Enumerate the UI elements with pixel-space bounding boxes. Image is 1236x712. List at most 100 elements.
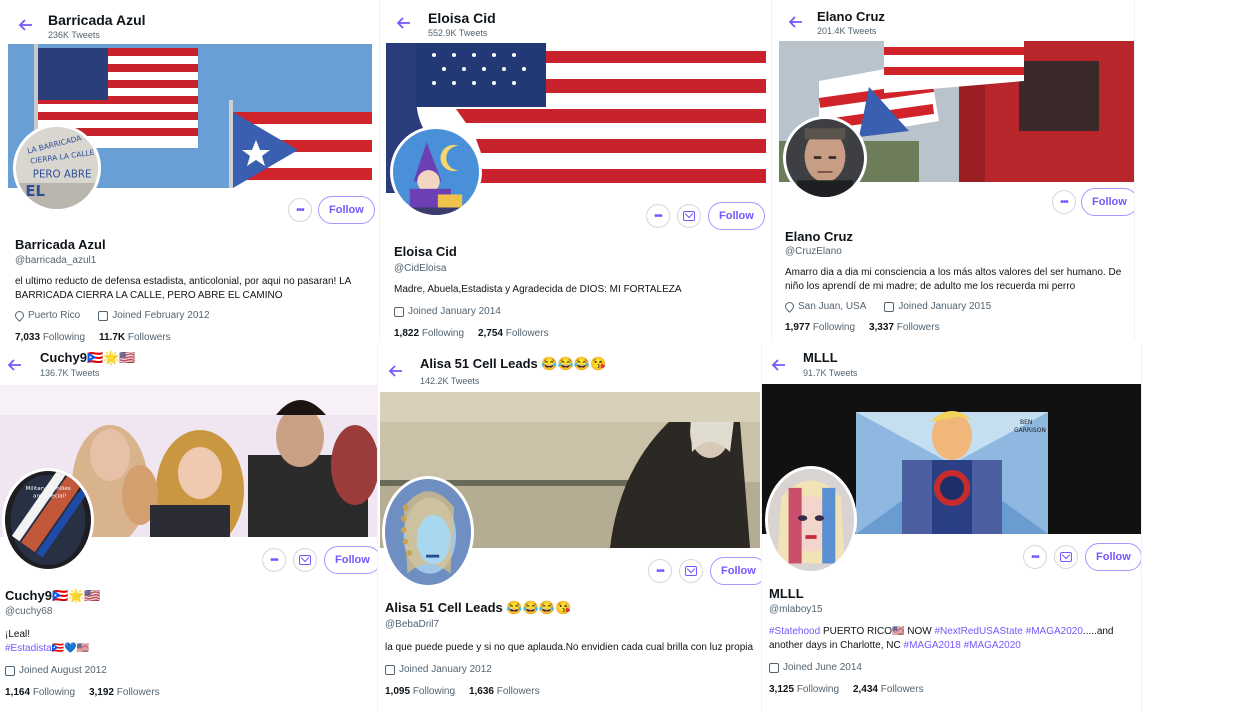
profile-handle: @barricada_azul1 <box>15 255 97 266</box>
more-options-button[interactable]: ••• <box>646 204 670 228</box>
hashtag-link[interactable]: #Statehood <box>769 626 820 637</box>
hashtag-link[interactable]: #MAGA2020 <box>964 640 1021 651</box>
followers-link[interactable]: 11.7K Followers <box>99 332 171 342</box>
mail-icon <box>683 211 695 221</box>
profile-joined: Joined August 2012 <box>19 665 107 676</box>
followers-link[interactable]: 3,337 Followers <box>869 322 940 333</box>
follow-button[interactable]: Follow <box>318 196 375 224</box>
back-arrow-icon[interactable] <box>395 14 413 32</box>
profile-handle: @CidEloisa <box>394 263 447 274</box>
follow-button[interactable]: Follow <box>710 557 761 585</box>
hashtag-link[interactable]: #NextRedUSAState <box>934 626 1022 637</box>
message-button[interactable] <box>1054 545 1078 569</box>
svg-text:BEN: BEN <box>1020 419 1032 426</box>
more-options-button[interactable]: ••• <box>1023 545 1047 569</box>
profile-header: Alisa 51 Cell Leads 😂😂😂😘 142.2K Tweets <box>378 344 761 386</box>
profile-joined: Joined June 2014 <box>783 662 862 673</box>
header-name: Eloisa Cid <box>428 10 496 26</box>
message-button[interactable] <box>293 548 317 572</box>
following-link[interactable]: 1,095 Following <box>385 686 455 697</box>
profile-stats: 1,822 Following 2,754 Followers <box>394 328 549 339</box>
more-icon: ••• <box>656 565 664 577</box>
profile-joined: Joined January 2012 <box>399 664 492 675</box>
profile-joined: Joined February 2012 <box>112 310 210 321</box>
profile-stats: 7,033 Following 11.7K Followers <box>15 332 171 342</box>
followers-link[interactable]: 3,192 Followers <box>89 687 160 698</box>
profile-name: Cuchy9🇵🇷🌟🇺🇸 <box>5 588 101 603</box>
profile-card-elano: Elano Cruz 201.4K Tweets ••• Follow Elan… <box>779 0 1135 340</box>
tweet-count: 136.7K Tweets <box>40 368 100 378</box>
profile-meta: Puerto Rico Joined February 2012 <box>13 309 210 322</box>
follow-button[interactable]: Follow <box>1081 188 1134 216</box>
profile-card-mlll: MLLL 91.7K Tweets BEN GARRISON ••• Follo… <box>762 344 1142 712</box>
profile-stats: 1,164 Following 3,192 Followers <box>5 687 160 698</box>
follow-button[interactable]: Follow <box>708 202 765 230</box>
follow-button[interactable]: Follow <box>1085 543 1141 571</box>
following-link[interactable]: 1,164 Following <box>5 687 75 698</box>
avatar[interactable] <box>382 476 474 588</box>
followers-link[interactable]: 2,754 Followers <box>478 328 549 339</box>
back-arrow-icon[interactable] <box>17 16 35 34</box>
follow-button[interactable]: Follow <box>324 546 377 574</box>
header-name: Alisa 51 Cell Leads 😂😂😂😘 <box>420 356 607 371</box>
avatar[interactable] <box>390 126 482 218</box>
profile-bio: #Statehood PUERTO RICO🇺🇸 NOW #NextRedUSA… <box>769 626 1114 651</box>
profile-handle: @mlaboy15 <box>769 604 823 615</box>
header-name: MLLL <box>803 350 838 365</box>
back-arrow-icon[interactable] <box>787 13 805 31</box>
profile-card-cuchy: Cuchy9🇵🇷🌟🇺🇸 136.7K Tweets Military Famil… <box>0 344 378 712</box>
svg-text:GARRISON: GARRISON <box>1014 427 1046 434</box>
mail-icon <box>1060 552 1072 562</box>
location-icon <box>13 309 26 322</box>
followers-link[interactable]: 1,636 Followers <box>469 686 540 697</box>
profile-header: Cuchy9🇵🇷🌟🇺🇸 136.7K Tweets <box>0 344 377 386</box>
back-arrow-icon[interactable] <box>387 362 405 380</box>
profile-card-barricada: Barricada Azul 236K Tweets LA BARRICADA … <box>0 0 380 342</box>
header-name: Cuchy9🇵🇷🌟🇺🇸 <box>40 350 136 365</box>
hashtag-link[interactable]: #Estadista🇵🇷💙🇺🇸 <box>5 642 89 656</box>
profile-bio: Amarro dia a dia mi consciencia a los má… <box>785 267 1122 292</box>
message-button[interactable] <box>677 204 701 228</box>
profile-meta: Joined August 2012 <box>5 665 107 676</box>
calendar-icon <box>98 310 109 321</box>
avatar[interactable] <box>765 466 857 574</box>
more-options-button[interactable]: ••• <box>648 559 672 583</box>
back-arrow-icon[interactable] <box>6 356 24 374</box>
avatar[interactable] <box>783 116 867 200</box>
followers-link[interactable]: 2,434 Followers <box>853 684 924 695</box>
following-link[interactable]: 1,977 Following <box>785 322 855 333</box>
more-icon: ••• <box>1060 196 1068 208</box>
avatar[interactable]: Military Families are Special! <box>2 468 94 572</box>
profile-meta: Joined January 2014 <box>394 306 501 317</box>
message-button[interactable] <box>679 559 703 583</box>
calendar-icon <box>394 306 404 317</box>
more-options-button[interactable]: ••• <box>1052 190 1076 214</box>
back-arrow-icon[interactable] <box>770 356 788 374</box>
following-link[interactable]: 3,125 Following <box>769 684 839 695</box>
tweet-count: 91.7K Tweets <box>803 368 858 378</box>
following-link[interactable]: 7,033 Following <box>15 332 85 342</box>
svg-text:Military Families: Military Families <box>26 486 71 492</box>
svg-text:EL: EL <box>25 182 45 200</box>
profile-name: Elano Cruz <box>785 229 853 244</box>
svg-text:are Special!: are Special! <box>33 493 66 499</box>
mail-icon <box>299 555 311 565</box>
header-name: Elano Cruz <box>817 9 885 24</box>
profile-meta: San Juan, USA Joined January 2015 <box>783 300 991 313</box>
profile-location: San Juan, USA <box>798 301 867 312</box>
more-options-button[interactable]: ••• <box>262 548 286 572</box>
more-icon: ••• <box>296 204 304 216</box>
profile-joined: Joined January 2014 <box>408 306 501 317</box>
more-icon: ••• <box>270 554 278 566</box>
avatar[interactable]: LA BARRICADA CIERRA LA CALLE PERO ABRE E… <box>13 124 101 212</box>
header-name: Barricada Azul <box>48 12 146 28</box>
calendar-icon <box>385 664 395 675</box>
calendar-icon <box>884 301 895 312</box>
profile-header: MLLL 91.7K Tweets <box>762 344 1141 386</box>
hashtag-link[interactable]: #MAGA2018 <box>904 640 961 651</box>
tweet-count: 142.2K Tweets <box>420 376 480 386</box>
hashtag-link[interactable]: #MAGA2020 <box>1026 626 1083 637</box>
profile-name: Alisa 51 Cell Leads 😂😂😂😘 <box>385 600 572 615</box>
following-link[interactable]: 1,822 Following <box>394 328 464 339</box>
more-options-button[interactable]: ••• <box>288 198 312 222</box>
